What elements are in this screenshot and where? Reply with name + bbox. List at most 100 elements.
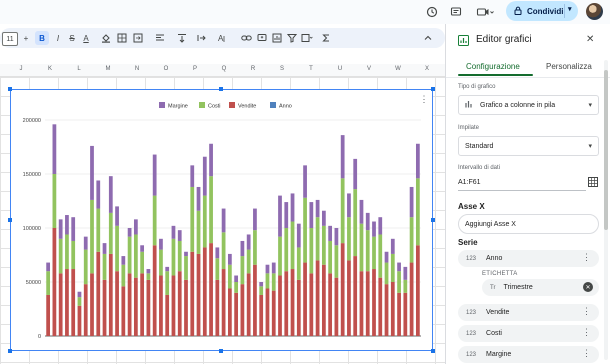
bar-segment-vendite (184, 279, 188, 336)
align-icon[interactable] (154, 31, 166, 45)
bar-segment-vendite (265, 288, 270, 336)
video-call-icon[interactable] (474, 4, 496, 20)
resize-handle[interactable] (8, 218, 12, 222)
borders-icon[interactable] (116, 31, 128, 45)
bar-segment-margine (52, 124, 57, 174)
range-input[interactable]: A1:F61 (458, 179, 481, 186)
bar-segment-costi (146, 273, 151, 280)
resize-handle[interactable] (431, 349, 435, 353)
collapse-toolbar-icon[interactable] (422, 31, 434, 45)
link-icon[interactable] (240, 31, 252, 45)
remove-icon[interactable]: ✕ (583, 282, 593, 292)
tab-configurazione[interactable]: Configurazione (466, 62, 520, 71)
series-item-costi[interactable]: 123 Costi ⋮ (458, 325, 599, 342)
scrollbar-thumb[interactable] (604, 70, 608, 230)
rotate-icon[interactable]: A (216, 31, 228, 45)
bar-segment-costi (202, 195, 207, 248)
chart-menu-icon[interactable]: ⋮ (420, 94, 429, 104)
more-vert-icon[interactable]: ⋮ (582, 348, 591, 359)
column-header[interactable]: O (156, 66, 176, 72)
column-header[interactable]: S (272, 66, 292, 72)
column-header[interactable]: U (330, 66, 350, 72)
bar-segment-costi (397, 271, 401, 293)
chevron-down-icon: ▾ (588, 102, 592, 109)
resize-handle[interactable] (431, 218, 435, 222)
increase-font-button[interactable]: + (20, 31, 32, 45)
bar-segment-vendite (52, 228, 57, 336)
column-header[interactable]: K (40, 66, 60, 72)
bold-button[interactable]: B (35, 31, 49, 45)
insert-comment-icon[interactable] (256, 31, 268, 45)
chevron-down-icon[interactable]: ▾ (568, 5, 572, 13)
grid-select-icon[interactable] (588, 177, 598, 189)
column-header[interactable]: W (388, 66, 408, 72)
add-x-axis-button[interactable]: Aggiungi Asse X (458, 214, 599, 234)
column-header[interactable]: J (11, 66, 31, 72)
resize-handle[interactable] (8, 87, 12, 91)
chart-container[interactable]: 0 50000 100000 150000 200000 Margine Costi Vend… (10, 89, 433, 351)
column-header[interactable]: T (301, 66, 321, 72)
wrap-icon[interactable] (196, 31, 208, 45)
valign-icon[interactable] (176, 31, 188, 45)
comment-icon[interactable] (448, 4, 464, 20)
more-vert-icon[interactable]: ⋮ (582, 306, 591, 317)
column-header[interactable]: N (127, 66, 147, 72)
fill-color-icon[interactable] (100, 31, 112, 45)
history-icon[interactable] (424, 4, 440, 20)
bar-segment-vendite (140, 273, 145, 336)
bar-segment-margine (140, 245, 145, 252)
column-header[interactable]: Q (214, 66, 234, 72)
chart-type-select[interactable]: Grafico a colonne in pila ▾ (458, 95, 599, 115)
series-item-anno[interactable]: 123 Anno ⋮ (458, 250, 599, 267)
bar-segment-vendite (165, 294, 170, 336)
avatar[interactable] (586, 3, 603, 20)
more-vert-icon[interactable]: ⋮ (582, 327, 591, 338)
stacking-select[interactable]: Standard ▾ (458, 136, 599, 156)
close-icon[interactable]: ✕ (586, 34, 594, 45)
column-header[interactable]: M (98, 66, 118, 72)
bar-segment-vendite (372, 269, 376, 336)
column-header[interactable]: R (243, 66, 263, 72)
bar-segment-margine (365, 212, 370, 231)
legend-label: Vendite (238, 104, 256, 110)
italic-button[interactable]: I (52, 31, 64, 45)
more-vert-icon[interactable]: ⋮ (582, 252, 591, 263)
bar-segment-vendite (409, 262, 414, 336)
bar-segment-margine (240, 240, 245, 257)
panel-scrollbar[interactable] (604, 60, 608, 360)
stacking-value: Standard (465, 142, 494, 150)
column-header[interactable]: X (417, 66, 437, 72)
functions-icon[interactable] (320, 31, 332, 45)
font-size-field[interactable]: 11 (2, 32, 18, 46)
resize-handle[interactable] (219, 349, 223, 353)
bar-segment-vendite (353, 256, 358, 336)
share-button[interactable]: Condividi ▾ (506, 1, 578, 21)
bar-segment-margine (108, 176, 113, 213)
merge-icon[interactable] (132, 31, 144, 45)
resize-handle[interactable] (8, 349, 12, 353)
resize-handle[interactable] (431, 87, 435, 91)
text-color-button[interactable]: A (80, 31, 92, 45)
column-header[interactable]: P (185, 66, 205, 72)
resize-handle[interactable] (219, 87, 223, 91)
bar-segment-costi (347, 217, 351, 261)
bar-segment-costi (309, 228, 314, 274)
tab-personalizza[interactable]: Personalizza (546, 62, 592, 71)
series-item-vendite[interactable]: 123 Vendite ⋮ (458, 304, 599, 321)
views-icon[interactable] (301, 31, 313, 45)
bar-segment-costi (284, 228, 289, 272)
bar-segment-vendite (65, 269, 69, 336)
stacked-column-chart[interactable]: 0 50000 100000 150000 200000 Margine Costi Vend… (11, 90, 432, 350)
filter-icon[interactable] (286, 31, 298, 45)
bar-segment-costi (96, 208, 101, 252)
bar-segment-margine (221, 208, 226, 233)
bar-segment-vendite (115, 271, 119, 336)
column-header[interactable]: V (359, 66, 379, 72)
strikethrough-button[interactable]: S (66, 31, 78, 45)
label-chip-trimestre[interactable]: Tr Trimestre ✕ (482, 279, 599, 296)
bar-segment-vendite (159, 275, 163, 336)
bar-segment-costi (58, 238, 63, 274)
column-header[interactable]: L (69, 66, 89, 72)
series-item-margine[interactable]: 123 Margine ⋮ (458, 346, 599, 363)
chart-icon[interactable] (271, 31, 283, 45)
